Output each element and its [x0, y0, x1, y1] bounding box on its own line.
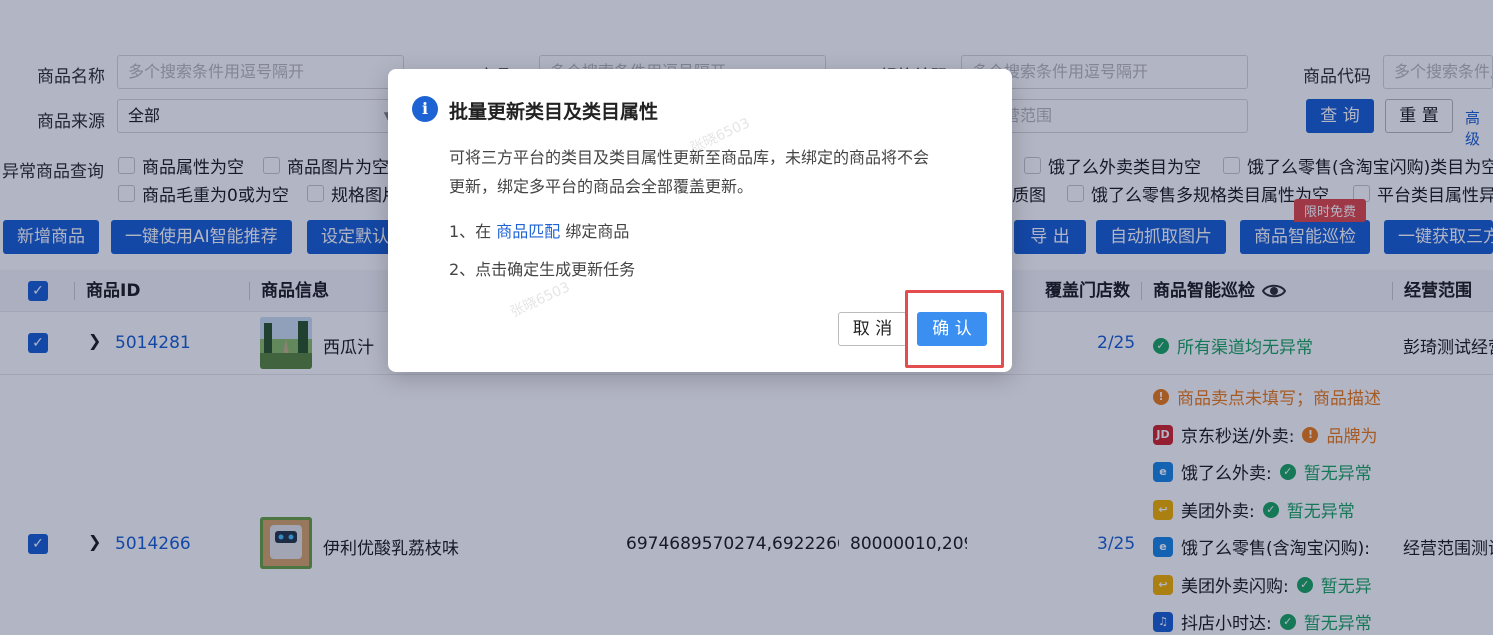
info-icon: i — [412, 96, 438, 122]
step-two: 2、点击确定生成更新任务 — [449, 260, 636, 279]
cancel-button[interactable]: 取 消 — [838, 312, 907, 346]
step-one-prefix: 1、在 — [449, 222, 497, 241]
description-line: 可将三方平台的类目及类目属性更新至商品库，未绑定的商品将不会 — [449, 148, 930, 167]
product-match-link[interactable]: 商品匹配 — [496, 222, 560, 241]
modal-title: 批量更新类目及类目属性 — [449, 101, 659, 123]
step-one-suffix: 绑定商品 — [560, 222, 630, 241]
highlight-box — [905, 290, 1004, 368]
step-one: 1、在 商品匹配 绑定商品 — [449, 217, 629, 246]
modal-description: 可将三方平台的类目及类目属性更新至商品库，未绑定的商品将不会 更新，绑定多平台的… — [449, 143, 989, 201]
description-line: 更新，绑定多平台的商品会全部覆盖更新。 — [449, 177, 754, 196]
